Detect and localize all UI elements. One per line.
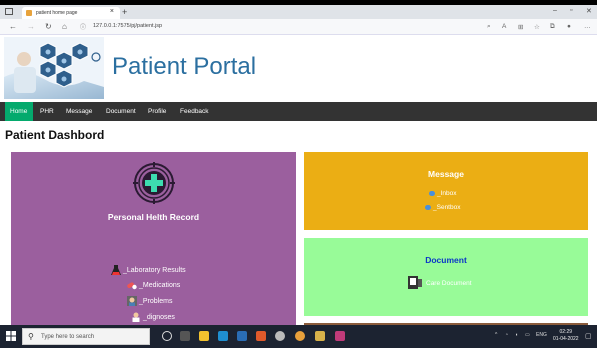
network-icon[interactable]: ◔: [505, 332, 508, 338]
browser-tab-strip: patient home page × + – ▫ ✕: [0, 5, 597, 19]
nav-home[interactable]: Home: [5, 102, 33, 121]
taskbar-search-box[interactable]: ⚲ Type here to search: [22, 328, 150, 345]
zoom-icon[interactable]: ⌕: [487, 23, 491, 31]
phr-card-title: Personal Helth Record: [107, 212, 200, 222]
inbox-link[interactable]: _Inbox: [429, 190, 457, 197]
more-icon[interactable]: …: [584, 23, 591, 30]
office-icon[interactable]: [256, 331, 266, 341]
search-icon: ⚲: [28, 332, 34, 341]
portal-header: Patient Portal: [0, 35, 597, 102]
lab-results-link[interactable]: _Laboratory Results: [111, 265, 186, 275]
back-icon[interactable]: ←: [9, 22, 17, 31]
browser-tab[interactable]: patient home page ×: [22, 7, 120, 19]
language-indicator[interactable]: ENG: [536, 332, 547, 338]
nav-document[interactable]: Document: [101, 102, 141, 121]
portal-brand-title: Patient Portal: [112, 53, 257, 80]
inbox-icon: [429, 190, 435, 196]
top-navigation: Home PHR Message Document Profile Feedba…: [0, 102, 597, 121]
edge-browser-icon[interactable]: [218, 331, 228, 341]
app-icon[interactable]: ⊞: [518, 23, 523, 31]
profile-icon[interactable]: ●: [567, 23, 571, 30]
care-document-link[interactable]: Care Document: [426, 280, 472, 287]
home-icon[interactable]: ⌂: [62, 22, 67, 31]
patient-problem-icon: [127, 296, 137, 306]
windows-start-icon[interactable]: [6, 331, 16, 341]
read-aloud-icon[interactable]: A: [502, 23, 506, 30]
diagnoses-link[interactable]: _dignoses: [131, 312, 175, 322]
phr-card: Personal Helth Record _Laboratory Result…: [11, 152, 296, 325]
medications-label: _Medications: [139, 281, 181, 289]
medications-link[interactable]: _Medications: [127, 280, 180, 290]
notifications-icon[interactable]: ▢: [585, 332, 592, 340]
lab-results-label: _Laboratory Results: [123, 266, 186, 274]
app-pink-icon[interactable]: [335, 331, 345, 341]
sentbox-link[interactable]: _Sentbox: [425, 204, 460, 211]
minimize-icon[interactable]: –: [553, 7, 557, 14]
close-tab-icon[interactable]: ×: [110, 8, 114, 15]
address-bar: ← → ↻ ⌂ ⓘ 127.0.0.1:7575/pj/patient.jsp …: [0, 19, 597, 35]
care-document-icon: [408, 276, 422, 289]
clock-time: 02:29: [559, 329, 573, 335]
sentbox-icon: [425, 204, 431, 210]
taskbar-clock[interactable]: 02:29 01-04-2022: [553, 329, 579, 343]
page-favicon-icon: [26, 10, 32, 16]
clock-date: 01-04-2022: [553, 336, 579, 342]
tab-actions-icon[interactable]: [5, 8, 13, 15]
dashboard-title: Patient Dashbord: [5, 128, 105, 142]
favorite-icon[interactable]: ☆: [534, 23, 540, 31]
nav-feedback[interactable]: Feedback: [175, 102, 214, 121]
diagnoses-label: _dignoses: [143, 313, 175, 321]
problems-link[interactable]: _Problems: [127, 296, 172, 306]
flask-icon: [111, 265, 121, 275]
inbox-label: _Inbox: [437, 190, 457, 197]
settings-icon[interactable]: [275, 331, 285, 341]
problems-label: _Problems: [139, 297, 173, 305]
chrome-icon[interactable]: [295, 331, 305, 341]
cortana-icon[interactable]: [162, 331, 172, 341]
medical-hexagon-logo-icon: [4, 37, 104, 99]
collections-icon[interactable]: ⧉: [550, 23, 555, 31]
store-icon[interactable]: [237, 331, 247, 341]
sentbox-label: _Sentbox: [433, 204, 461, 211]
tab-title: patient home page: [36, 10, 78, 16]
notepad-icon[interactable]: [315, 331, 325, 341]
pills-icon: [127, 282, 137, 290]
doctor-icon: [132, 312, 140, 322]
nav-phr[interactable]: PHR: [35, 102, 59, 121]
taskbar-search-placeholder: Type here to search: [41, 334, 95, 340]
volume-icon[interactable]: ◖: [515, 332, 518, 338]
medical-cross-target-icon: [133, 162, 175, 204]
windows-taskbar: ⚲ Type here to search ^ ◔ ◖ ▭ ENG 02:29 …: [0, 325, 597, 348]
task-view-icon[interactable]: [180, 331, 190, 341]
nav-message[interactable]: Message: [61, 102, 97, 121]
message-card-title: Message: [428, 169, 464, 179]
tray-chevron-icon[interactable]: ^: [495, 332, 497, 338]
new-tab-button[interactable]: +: [122, 7, 127, 17]
refresh-icon[interactable]: ↻: [45, 22, 52, 31]
document-card-title: Document: [425, 255, 467, 265]
restore-icon[interactable]: ▫: [570, 7, 572, 14]
nav-profile[interactable]: Profile: [143, 102, 171, 121]
forward-icon[interactable]: →: [27, 22, 35, 31]
close-window-icon[interactable]: ✕: [586, 7, 592, 15]
document-card: Document Care Document: [304, 238, 588, 316]
file-explorer-icon[interactable]: [199, 331, 209, 341]
battery-icon[interactable]: ▭: [525, 332, 530, 338]
site-info-icon[interactable]: ⓘ: [80, 22, 86, 31]
url-field[interactable]: 127.0.0.1:7575/pj/patient.jsp: [93, 23, 162, 29]
message-card: Message _Inbox _Sentbox: [304, 152, 588, 230]
web-page: Patient Portal Home PHR Message Document…: [0, 35, 597, 325]
